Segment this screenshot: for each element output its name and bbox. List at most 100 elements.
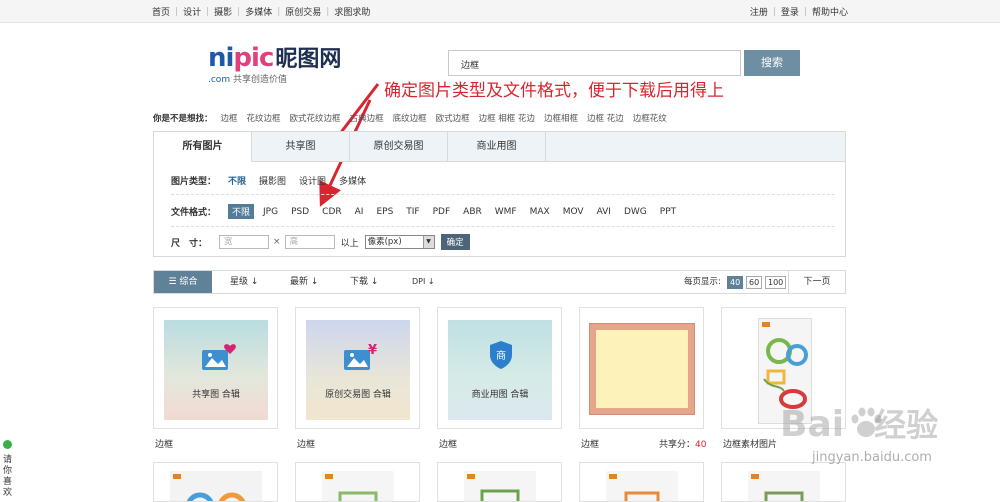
category-tabs: 所有图片 共享图 原创交易图 商业用图 xyxy=(154,132,845,162)
related-keyword[interactable]: 花纹边框 xyxy=(247,112,281,124)
format-option-wmf[interactable]: WMF xyxy=(495,207,517,217)
format-option-any[interactable]: 不限 xyxy=(228,204,255,219)
times-sign: × xyxy=(273,237,281,247)
result-card[interactable] xyxy=(295,462,420,502)
result-card[interactable]: 商 商业用图 合辑 xyxy=(437,307,562,429)
svg-text:商: 商 xyxy=(496,349,506,362)
related-keyword[interactable]: 底纹边框 xyxy=(393,112,427,124)
related-keywords: 你是不是想找： 边框 花纹边框 欧式花纹边框 古典边框 底纹边框 欧式边框 边框… xyxy=(153,112,676,124)
tab-shared[interactable]: 共享图 xyxy=(252,132,350,161)
arrow-down-icon: ↓ xyxy=(248,277,259,287)
tab-original-trade[interactable]: 原创交易图 xyxy=(350,132,448,161)
related-keyword[interactable]: 边框 花边 xyxy=(587,112,624,124)
format-option-ppt[interactable]: PPT xyxy=(660,207,676,217)
file-format-row: 文件格式： 不限 JPG PSD CDR AI EPS TIF PDF ABR … xyxy=(171,204,689,219)
related-keyword[interactable]: 边框 相框 花边 xyxy=(479,112,535,124)
related-label: 你是不是想找： xyxy=(153,114,213,124)
format-option-avi[interactable]: AVI xyxy=(597,207,611,217)
frames-illustration xyxy=(173,474,246,501)
tab-commercial[interactable]: 商业用图 xyxy=(448,132,546,161)
related-keyword[interactable]: 边框花纹 xyxy=(633,112,667,124)
thumbnail: ¥ 原创交易图 合辑 xyxy=(306,320,410,420)
thumbnail: 商 商业用图 合辑 xyxy=(448,320,552,420)
type-option-photo[interactable]: 摄影图 xyxy=(259,174,286,187)
card-caption[interactable]: 边框 xyxy=(155,437,173,450)
related-keyword[interactable]: 边框 xyxy=(221,112,238,124)
format-option-eps[interactable]: EPS xyxy=(376,207,393,217)
format-option-max[interactable]: MAX xyxy=(530,207,550,217)
thumbnail xyxy=(464,471,536,501)
result-card[interactable] xyxy=(153,462,278,502)
format-option-mov[interactable]: MOV xyxy=(563,207,584,217)
divider xyxy=(171,194,835,195)
unit-select[interactable]: 像素(px) ▼ xyxy=(364,235,435,249)
result-card[interactable] xyxy=(579,462,704,502)
thumbnail-label: 商业用图 合辑 xyxy=(471,390,529,400)
thumbnail-label: 原创交易图 合辑 xyxy=(325,390,391,400)
format-option-cdr[interactable]: CDR xyxy=(322,207,341,217)
related-keyword[interactable]: 欧式边框 xyxy=(436,112,470,124)
type-option-any[interactable]: 不限 xyxy=(228,174,246,187)
baidu-jingyan-watermark: Bai 经验 jingyan.baidu.com xyxy=(780,400,1000,495)
size-row: 尺 寸： 宽 × 高 以上 像素(px) ▼ 确定 xyxy=(171,234,470,250)
sort-downloads[interactable]: 下载 ↓ xyxy=(350,271,378,293)
card-caption[interactable]: 边框素材图片 xyxy=(723,437,777,450)
height-input[interactable]: 高 xyxy=(284,235,335,249)
card-caption[interactable]: 边框 xyxy=(297,437,315,450)
format-option-dwg[interactable]: DWG xyxy=(624,207,647,217)
size-confirm-button[interactable]: 确定 xyxy=(440,234,470,250)
size-label: 尺 寸： xyxy=(171,238,208,249)
card-caption[interactable]: 边框 xyxy=(581,437,599,450)
result-card[interactable] xyxy=(579,307,704,429)
sort-rating[interactable]: 星级 ↓ xyxy=(230,271,258,293)
related-keyword[interactable]: 欧式花纹边框 xyxy=(290,112,341,124)
related-keyword[interactable]: 古典边框 xyxy=(350,112,384,124)
filter-panel: 所有图片 共享图 原创交易图 商业用图 图片类型： 不限 摄影图 设计图 多媒体… xyxy=(153,131,846,257)
next-page-button[interactable]: 下一页 xyxy=(788,271,845,293)
sort-newest[interactable]: 最新 ↓ xyxy=(290,271,318,293)
format-option-abr[interactable]: ABR xyxy=(463,207,482,217)
width-input[interactable]: 宽 xyxy=(219,235,270,249)
thumbnail-label: 共享图 合辑 xyxy=(192,390,240,400)
type-option-design[interactable]: 设计图 xyxy=(299,174,326,187)
sort-comprehensive[interactable]: ☰ 综合 xyxy=(154,271,212,293)
thumbnail xyxy=(606,471,678,501)
frame-thumbnail xyxy=(589,323,695,415)
arrow-down-icon: ↓ xyxy=(368,277,379,287)
per-page-label: 每页显示: xyxy=(684,277,721,287)
image-yen-icon: ¥ xyxy=(344,343,377,370)
per-page-100[interactable]: 100 xyxy=(765,276,787,289)
tab-all-images[interactable]: 所有图片 xyxy=(154,132,252,162)
thumbnail xyxy=(170,471,262,501)
format-option-tif[interactable]: TIF xyxy=(406,207,419,217)
divider xyxy=(171,226,835,227)
share-score: 共享分：40 xyxy=(659,440,707,450)
related-keyword[interactable]: 边框相框 xyxy=(544,112,578,124)
per-page-40[interactable]: 40 xyxy=(727,276,744,289)
shield-icon: 商 xyxy=(490,341,512,369)
sort-bar: ☰ 综合 星级 ↓ 最新 ↓ 下载 ↓ DPI ↓ 每页显示: 40 60 10… xyxy=(153,270,846,294)
format-option-psd[interactable]: PSD xyxy=(291,207,309,217)
paw-icon xyxy=(851,407,882,437)
arrow-down-icon: ↓ xyxy=(308,277,319,287)
frames-illustration xyxy=(325,474,378,501)
type-option-multimedia[interactable]: 多媒体 xyxy=(339,174,366,187)
svg-text:¥: ¥ xyxy=(368,343,377,358)
thumbnail xyxy=(322,471,394,501)
format-option-jpg[interactable]: JPG xyxy=(263,207,278,217)
image-type-label: 图片类型： xyxy=(171,177,217,187)
result-card[interactable] xyxy=(437,462,562,502)
card-caption[interactable]: 边框 xyxy=(439,437,457,450)
format-option-pdf[interactable]: PDF xyxy=(433,207,451,217)
watermark-url: jingyan.baidu.com xyxy=(812,450,932,465)
format-option-ai[interactable]: AI xyxy=(355,207,364,217)
sort-dpi[interactable]: DPI ↓ xyxy=(412,271,435,293)
side-recommend-badge[interactable]: 请 你 喜 欢 xyxy=(3,440,15,499)
image-heart-icon xyxy=(202,344,236,370)
result-card[interactable]: 共享图 合辑 xyxy=(153,307,278,429)
file-format-label: 文件格式： xyxy=(171,208,217,218)
status-dot-icon xyxy=(3,440,12,449)
per-page-60[interactable]: 60 xyxy=(746,276,763,289)
above-label: 以上 xyxy=(340,238,359,249)
result-card[interactable]: ¥ 原创交易图 合辑 xyxy=(295,307,420,429)
